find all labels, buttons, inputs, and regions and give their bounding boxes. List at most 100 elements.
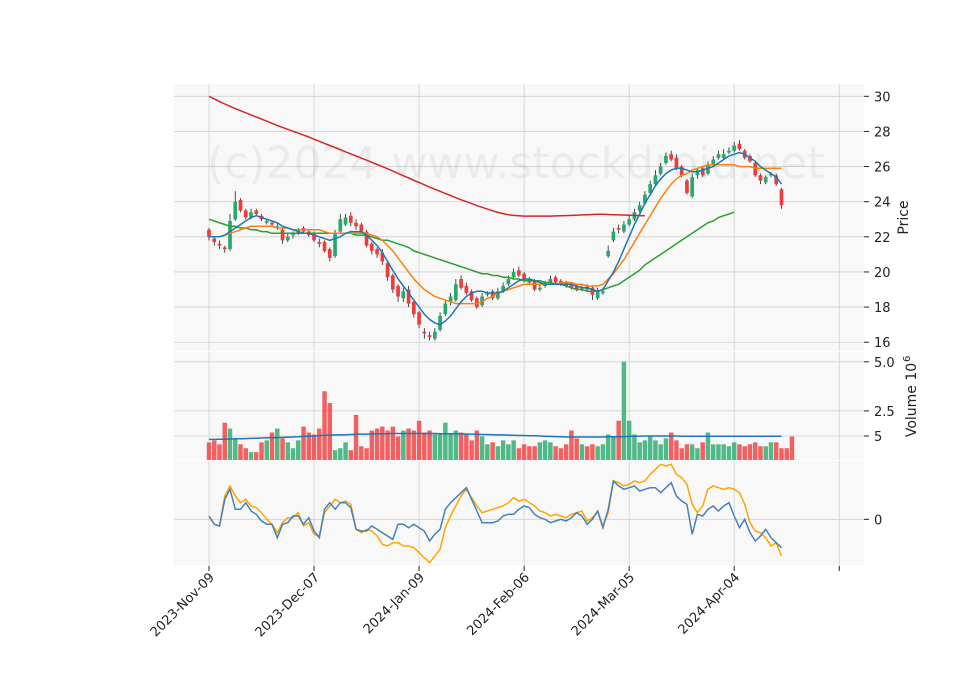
- price-tick-label: 24: [874, 196, 891, 211]
- volume-bar: [275, 428, 280, 460]
- volume-axis-exponent: 6: [902, 356, 913, 362]
- volume-bar: [437, 434, 443, 460]
- volume-bar: [233, 438, 238, 460]
- volume-bar: [369, 430, 375, 460]
- volume-axis-label: Volume 10: [904, 363, 920, 437]
- volume-bar: [532, 446, 537, 460]
- x-tick-label-group: 2023-Nov-09: [148, 570, 218, 640]
- volume-bar: [353, 414, 359, 460]
- x-tick-label: 2024-Apr-04: [676, 570, 743, 637]
- volume-bar: [422, 432, 427, 460]
- volume-bar: [385, 430, 390, 460]
- candle-body: [422, 331, 427, 334]
- candle-body: [285, 236, 290, 241]
- volume-bar: [338, 448, 343, 460]
- candle-body: [390, 275, 395, 290]
- candle-body: [601, 291, 605, 294]
- volume-bar: [500, 440, 506, 460]
- candle-body: [443, 303, 448, 315]
- volume-bar: [479, 436, 485, 460]
- candle-body: [375, 249, 379, 255]
- volume-bar: [768, 442, 774, 460]
- candle-body: [317, 242, 322, 244]
- volume-bar: [521, 444, 527, 460]
- candle-body: [669, 154, 674, 160]
- volume-bar: [206, 442, 212, 460]
- candle-body: [595, 291, 600, 299]
- volume-bar: [663, 438, 669, 460]
- candle-body: [506, 278, 511, 285]
- volume-bar: [317, 428, 322, 460]
- volume-bar: [726, 446, 732, 460]
- x-tick-label: 2024-Feb-06: [464, 570, 533, 639]
- price-tick-label: 20: [874, 266, 891, 281]
- candle-body: [254, 210, 259, 214]
- candle-body: [674, 157, 679, 169]
- candle-body: [264, 221, 269, 223]
- volume-bar: [584, 446, 590, 460]
- candle-body: [517, 270, 521, 276]
- volume-bar: [642, 440, 648, 460]
- volume-bar: [290, 448, 296, 460]
- volume-bar: [716, 444, 721, 460]
- volume-bar: [742, 446, 747, 460]
- candle-body: [716, 154, 721, 158]
- volume-bar: [773, 442, 779, 460]
- volume-bar: [254, 452, 259, 460]
- candle-body: [553, 277, 558, 283]
- volume-bar: [212, 440, 217, 460]
- volume-tick-label: 2.5: [874, 405, 895, 420]
- volume-bar: [448, 434, 453, 460]
- volume-bar: [322, 391, 327, 460]
- candle-body: [359, 224, 364, 232]
- volume-bar: [763, 446, 768, 460]
- volume-bar: [327, 403, 333, 460]
- volume-bar: [632, 434, 637, 460]
- volume-bar: [674, 440, 679, 460]
- price-tick-label: 16: [874, 336, 891, 351]
- volume-bar: [416, 420, 422, 460]
- candle-body: [396, 286, 400, 297]
- volume-bar: [658, 444, 663, 460]
- candle-body: [758, 175, 763, 181]
- volume-bar: [269, 432, 275, 460]
- candle-body: [616, 228, 621, 230]
- volume-bar: [621, 361, 627, 460]
- volume-bar: [296, 440, 301, 460]
- volume-bar: [359, 446, 364, 460]
- candle-body: [711, 159, 716, 165]
- volume-bar: [264, 440, 270, 460]
- volume-bar: [380, 426, 385, 460]
- volume-bar: [511, 440, 516, 460]
- candle-body: [338, 219, 343, 232]
- volume-bar: [684, 444, 690, 460]
- price-axis-label: Price: [896, 200, 912, 234]
- price-panel-bg: [174, 84, 864, 351]
- candle-body: [369, 243, 374, 251]
- volume-axis-label-group: Volume 106: [902, 356, 920, 438]
- candle-body: [243, 210, 248, 218]
- candle-body: [322, 242, 327, 251]
- watermark-text: (c)2024 www.stockdroid.net: [207, 138, 824, 189]
- candle-body: [532, 280, 537, 290]
- volume-bar: [611, 436, 616, 460]
- volume-bar: [710, 444, 716, 460]
- volume-bar: [747, 444, 753, 460]
- volume-tick-label: 5.0: [874, 356, 895, 371]
- candle-body: [690, 177, 695, 197]
- candle-body: [433, 331, 437, 339]
- volume-bar: [395, 436, 401, 460]
- candle-body: [417, 312, 421, 325]
- oscillator-tick-label: 0: [874, 513, 882, 528]
- volume-bar: [637, 442, 642, 460]
- volume-bar: [605, 434, 611, 460]
- oscillator-panel-bg: [174, 461, 864, 566]
- x-tick-label: 2024-Jan-09: [361, 570, 428, 637]
- candle-body: [270, 222, 274, 225]
- candle-body: [727, 150, 731, 153]
- volume-bar: [558, 448, 564, 460]
- candle-body: [606, 250, 610, 257]
- volume-bar: [752, 442, 758, 460]
- volume-bar: [542, 440, 548, 460]
- volume-bar: [311, 434, 317, 460]
